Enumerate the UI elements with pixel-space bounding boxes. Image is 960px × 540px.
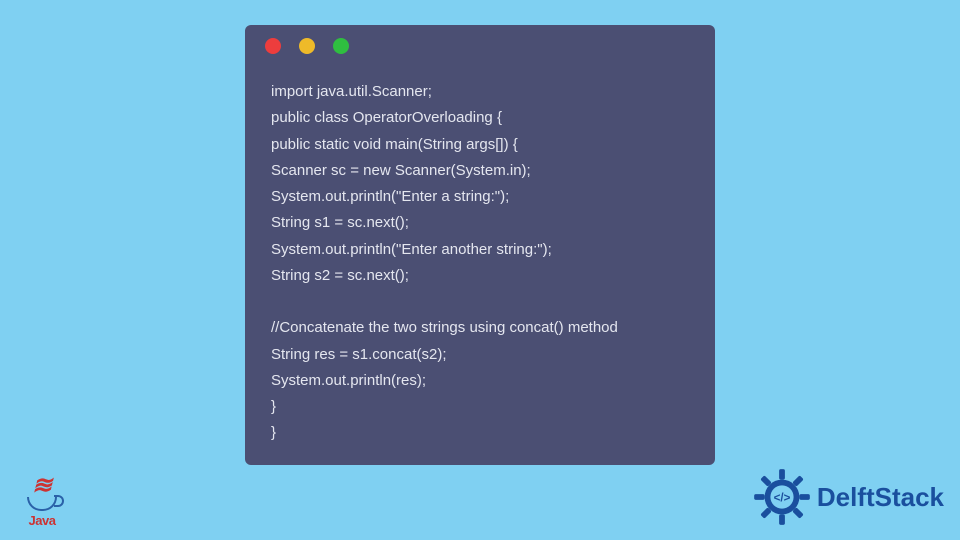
delftstack-text: DelftStack [817, 482, 944, 513]
close-icon[interactable] [265, 38, 281, 54]
java-steam-icon: ≋ [18, 478, 66, 495]
maximize-icon[interactable] [333, 38, 349, 54]
java-cup-icon [27, 497, 57, 511]
delftstack-gear-icon: </> [753, 468, 811, 526]
java-word: Java [18, 513, 66, 528]
minimize-icon[interactable] [299, 38, 315, 54]
code-window: import java.util.Scanner; public class O… [245, 25, 715, 465]
code-block: import java.util.Scanner; public class O… [245, 67, 715, 447]
window-titlebar [245, 25, 715, 67]
delftstack-logo: </> DelftStack [753, 468, 944, 526]
java-logo: ≋ Java [18, 478, 66, 528]
svg-text:</>: </> [773, 492, 790, 505]
